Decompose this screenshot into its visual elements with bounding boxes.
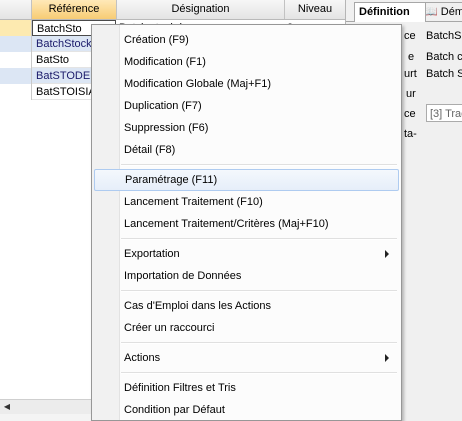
field-label: e (408, 51, 415, 63)
menu-item-importation[interactable]: Importation de Données (94, 265, 399, 287)
menu-item-duplication[interactable]: Duplication (F7) (94, 95, 399, 117)
field-value: BatchS (426, 30, 462, 42)
menu-item-actions[interactable]: Actions (94, 347, 399, 369)
field-label: ce (404, 30, 416, 42)
menu-item-definition-filtres[interactable]: Définition Filtres et Tris (94, 377, 399, 399)
grid-corner[interactable] (0, 0, 32, 19)
field-value: Batch c (426, 51, 462, 63)
row-indicator[interactable] (0, 20, 32, 36)
menu-separator (121, 238, 397, 240)
column-header-niveau[interactable]: Niveau (285, 0, 345, 19)
menu-item-condition-defaut[interactable]: Condition par Défaut (94, 399, 399, 420)
field-value: Batch S (426, 68, 462, 80)
field-label: urt (404, 68, 417, 80)
menu-item-suppression[interactable]: Suppression (F6) (94, 117, 399, 139)
row-indicator[interactable] (0, 68, 32, 84)
row-indicator[interactable] (0, 84, 32, 100)
submenu-arrow-icon (385, 250, 389, 258)
row-indicator[interactable] (0, 52, 32, 68)
scroll-left-arrow-icon[interactable]: ◀ (1, 401, 13, 413)
menu-item-creation[interactable]: Création (F9) (94, 29, 399, 51)
field-label: ur (406, 88, 416, 100)
menu-item-label: Actions (124, 352, 161, 364)
menu-item-detail[interactable]: Détail (F8) (94, 139, 399, 161)
field-label: ce (404, 108, 416, 120)
column-header-reference[interactable]: Référence (32, 0, 117, 19)
menu-item-creer-raccourci[interactable]: Créer un raccourci (94, 317, 399, 339)
trace-combo[interactable]: [3] Trac (426, 104, 462, 122)
menu-item-label: Exportation (124, 248, 180, 260)
tab-definition[interactable]: Définition (354, 2, 426, 22)
menu-item-exportation[interactable]: Exportation (94, 243, 399, 265)
menu-item-cas-emploi[interactable]: Cas d'Emploi dans les Actions (94, 295, 399, 317)
menu-item-lancement-traitement-criteres[interactable]: Lancement Traitement/Critères (Maj+F10) (94, 213, 399, 235)
menu-separator (121, 290, 397, 292)
context-menu: Création (F9) Modification (F1) Modifica… (91, 24, 402, 421)
book-icon: 📖 (424, 6, 438, 18)
tab-demarrage-label: Dém (440, 6, 462, 18)
menu-separator (121, 372, 397, 374)
column-header-designation[interactable]: Désignation (117, 0, 285, 19)
submenu-arrow-icon (385, 354, 389, 362)
menu-separator (121, 164, 397, 166)
menu-separator (121, 342, 397, 344)
field-label: ta- (404, 128, 417, 140)
menu-item-parametrage[interactable]: Paramétrage (F11) (94, 169, 399, 191)
menu-item-modification[interactable]: Modification (F1) (94, 51, 399, 73)
menu-item-lancement-traitement[interactable]: Lancement Traitement (F10) (94, 191, 399, 213)
row-indicator[interactable] (0, 36, 32, 52)
grid-header: Référence Désignation Niveau (0, 0, 345, 20)
menu-item-modification-globale[interactable]: Modification Globale (Maj+F1) (94, 73, 399, 95)
